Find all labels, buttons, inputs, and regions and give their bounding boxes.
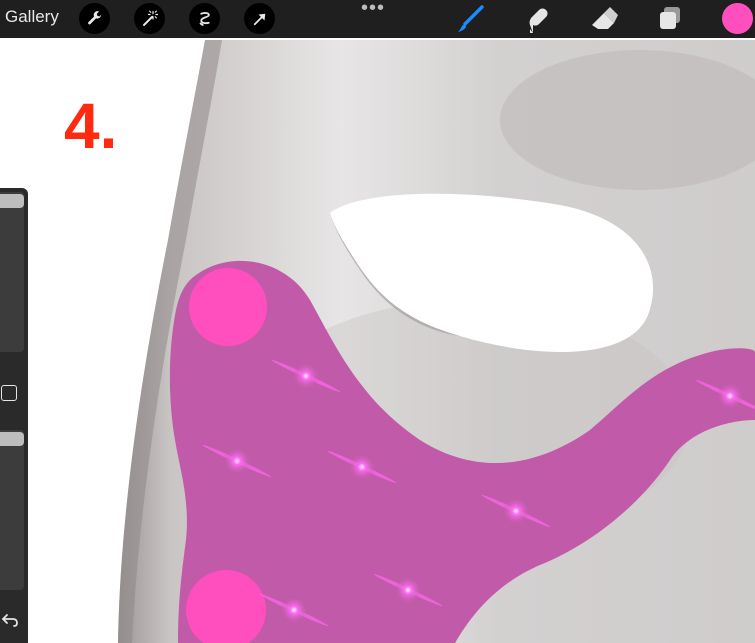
brush-tool-button[interactable] <box>455 3 487 35</box>
brush-size-slider[interactable] <box>0 192 24 352</box>
eraser-tool-button[interactable] <box>588 3 620 35</box>
smudge-tool-button[interactable] <box>521 3 553 35</box>
smudge-icon <box>529 8 548 33</box>
opacity-thumb[interactable] <box>0 432 24 446</box>
actions-button[interactable] <box>79 3 110 34</box>
gallery-button[interactable]: Gallery <box>5 7 59 27</box>
wrench-icon <box>87 10 101 24</box>
adjustments-button[interactable] <box>134 3 165 34</box>
step-number-label: 4. <box>64 90 118 162</box>
layers-icon <box>660 7 680 29</box>
top-toolbar: Gallery ••• <box>0 0 755 38</box>
more-options-button[interactable]: ••• <box>361 0 385 18</box>
transform-button[interactable] <box>244 3 275 34</box>
square-modify-icon[interactable] <box>1 385 17 401</box>
brush-size-thumb[interactable] <box>0 194 24 208</box>
left-sidebar <box>0 188 28 643</box>
magic-wand-icon <box>142 10 158 26</box>
opacity-slider[interactable] <box>0 430 24 590</box>
blush-dot <box>189 268 267 346</box>
color-picker-button[interactable] <box>722 3 753 34</box>
brush-icon <box>458 5 484 32</box>
transform-arrow-icon <box>253 13 265 25</box>
layers-button[interactable] <box>654 3 686 35</box>
eraser-icon <box>592 7 618 29</box>
selection-button[interactable] <box>189 3 220 34</box>
undo-icon[interactable] <box>1 609 21 629</box>
selection-icon <box>199 11 210 26</box>
